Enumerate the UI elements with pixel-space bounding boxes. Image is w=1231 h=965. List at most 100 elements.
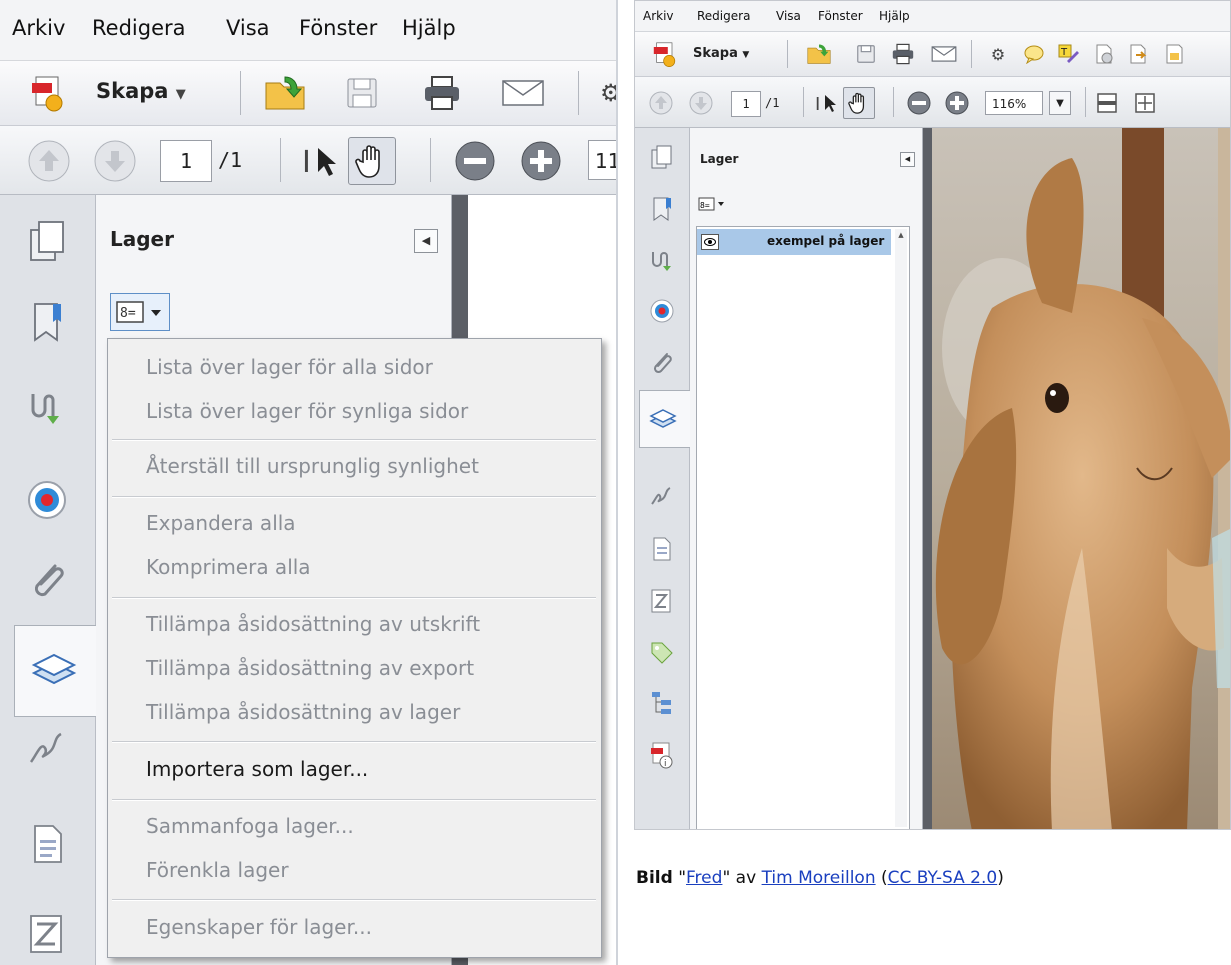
model-tree-icon[interactable] [647, 688, 677, 718]
menu-arkiv[interactable]: Arkiv [12, 16, 65, 40]
bookmarks-icon[interactable] [22, 297, 72, 347]
menu-item-apply-export-override[interactable]: Tillämpa åsidosättning av export [146, 656, 474, 680]
comment-icon[interactable] [1021, 40, 1047, 68]
order-tags-icon[interactable] [647, 586, 677, 616]
menu-redigera[interactable]: Redigera [92, 16, 186, 40]
tag-icon[interactable] [647, 638, 677, 668]
zoom-in-icon[interactable] [943, 89, 971, 117]
attachments-icon[interactable] [22, 555, 72, 605]
menu-item-merge-layers[interactable]: Sammanfoga lager... [146, 814, 354, 838]
caption-paren-close: ) [997, 868, 1004, 888]
page-total: /1 [765, 96, 780, 110]
email-icon[interactable] [929, 40, 959, 68]
email-icon[interactable] [500, 73, 546, 113]
delete-document-icon[interactable] [1091, 40, 1117, 68]
previous-page-icon[interactable] [647, 89, 675, 117]
menu-item-list-all-pages[interactable]: Lista över lager för alla sidor [146, 355, 433, 379]
previous-page-icon[interactable] [26, 138, 72, 184]
svg-text:8=: 8= [120, 306, 136, 321]
next-page-icon[interactable] [687, 89, 715, 117]
menu-item-reset-visibility[interactable]: Återställ till ursprunglig synlighet [146, 454, 479, 478]
attachments-icon[interactable] [647, 348, 677, 378]
signature-pen-icon[interactable] [647, 482, 677, 512]
create-pdf-icon[interactable] [651, 40, 679, 68]
signature-pen-icon[interactable] [22, 725, 72, 775]
zoom-level-field[interactable]: 116% [985, 91, 1043, 115]
hand-tool-icon[interactable] [843, 87, 875, 119]
bookmarks-icon[interactable] [647, 194, 677, 224]
zoom-out-icon[interactable] [452, 138, 498, 184]
menu-hjalp[interactable]: Hjälp [879, 9, 910, 23]
signatures-target-icon[interactable] [22, 475, 72, 525]
options-menu-button[interactable]: 8= [698, 196, 730, 212]
document-info-icon[interactable]: i [647, 740, 677, 770]
settings-icon[interactable]: ⚙ [596, 75, 616, 111]
scrollbar[interactable]: ▲ [895, 229, 907, 827]
page-number-input[interactable]: 1 [160, 140, 212, 182]
caption-author-link[interactable]: Tim Moreillon [762, 868, 876, 888]
menu-item-flatten-layers[interactable]: Förenkla lager [146, 858, 289, 882]
menu-visa[interactable]: Visa [226, 16, 270, 40]
menu-item-apply-print-override[interactable]: Tillämpa åsidosättning av utskrift [146, 612, 480, 636]
content-document-icon[interactable] [647, 534, 677, 564]
panel-splitter[interactable] [923, 128, 932, 829]
save-icon[interactable] [342, 73, 382, 113]
menu-visa[interactable]: Visa [776, 9, 801, 23]
menu-hjalp[interactable]: Hjälp [402, 16, 456, 40]
list-item[interactable]: exempel på lager [697, 229, 891, 255]
print-icon[interactable] [420, 73, 464, 113]
layers-tab[interactable] [639, 390, 690, 448]
signatures-target-icon[interactable] [647, 296, 677, 326]
navigation-pane-sidebar [0, 195, 97, 965]
hand-tool-icon[interactable] [348, 137, 396, 185]
create-pdf-icon[interactable] [28, 73, 68, 113]
settings-icon[interactable]: ⚙ [985, 40, 1011, 68]
eye-visibility-icon[interactable] [701, 234, 719, 250]
next-page-icon[interactable] [92, 138, 138, 184]
zoom-field-clipped[interactable]: 11 [588, 140, 616, 180]
print-icon[interactable] [889, 40, 917, 68]
caption-title-link[interactable]: Fred [686, 868, 722, 888]
destinations-icon[interactable] [22, 383, 72, 433]
menu-item-import-as-layer[interactable]: Importera som lager... [146, 757, 368, 781]
zoom-out-icon[interactable] [905, 89, 933, 117]
content-document-icon[interactable] [22, 819, 72, 869]
layers-tab[interactable] [14, 625, 97, 717]
fit-page-icon[interactable] [1093, 89, 1121, 117]
page-number-input[interactable]: 1 [731, 91, 761, 117]
options-menu-button[interactable]: 8= [110, 293, 170, 331]
open-folder-icon[interactable] [262, 71, 308, 115]
page-thumbnails-icon[interactable] [647, 142, 677, 172]
select-tool-icon[interactable]: I [811, 89, 839, 117]
menu-item-apply-layer-override[interactable]: Tillämpa åsidosättning av lager [146, 700, 460, 724]
layers-panel: Lager ◀ 8= exempel på lager ▲ [690, 128, 923, 829]
destinations-icon[interactable] [647, 246, 677, 276]
create-button[interactable]: Skapa ▼ [96, 79, 186, 103]
menu-separator [112, 597, 596, 599]
open-folder-icon[interactable] [805, 40, 833, 68]
menu-fonster[interactable]: Fönster [299, 16, 377, 40]
svg-text:i: i [664, 759, 667, 769]
save-icon[interactable] [853, 40, 879, 68]
menu-item-list-visible-pages[interactable]: Lista över lager för synliga sidor [146, 399, 468, 423]
extra-tool-icon[interactable] [1161, 40, 1187, 68]
zoom-in-icon[interactable] [518, 138, 564, 184]
order-tags-icon[interactable] [22, 909, 72, 959]
collapse-panel-button[interactable]: ◀ [414, 229, 438, 253]
highlight-text-icon[interactable]: T [1055, 40, 1081, 68]
menu-item-collapse-all[interactable]: Komprimera alla [146, 555, 311, 579]
caption-license-link[interactable]: CC BY-SA 2.0 [888, 868, 998, 888]
menu-arkiv[interactable]: Arkiv [643, 9, 674, 23]
select-tool-icon[interactable]: I [296, 140, 340, 180]
create-button[interactable]: Skapa ▼ [693, 46, 749, 61]
document-arrow-icon[interactable] [1125, 40, 1151, 68]
menu-item-layer-properties[interactable]: Egenskaper för lager... [146, 915, 372, 939]
collapse-panel-button[interactable]: ◀ [900, 152, 915, 167]
caption-by: av [730, 868, 762, 888]
menu-item-expand-all[interactable]: Expandera alla [146, 511, 296, 535]
menu-fonster[interactable]: Fönster [818, 9, 863, 23]
page-thumbnails-icon[interactable] [22, 217, 72, 267]
fit-width-icon[interactable] [1131, 89, 1159, 117]
zoom-dropdown-chevron-icon[interactable]: ▼ [1049, 91, 1071, 115]
menu-redigera[interactable]: Redigera [697, 9, 750, 23]
